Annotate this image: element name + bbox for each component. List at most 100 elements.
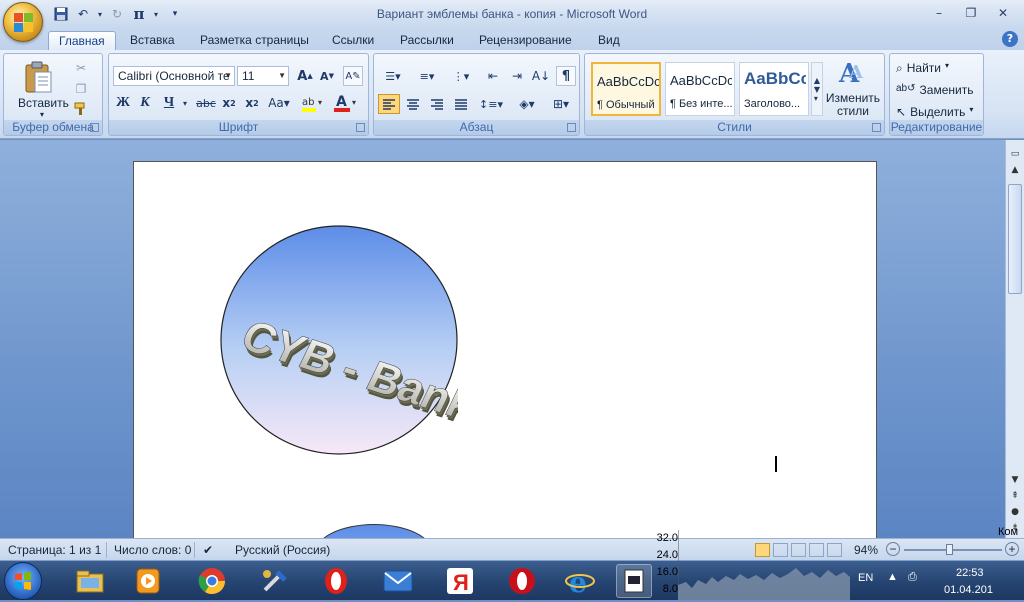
numbering-icon[interactable]: ≡▾ [412, 66, 442, 86]
help-icon[interactable]: ? [1002, 31, 1018, 47]
media-player-icon[interactable] [126, 564, 170, 598]
tab-insert[interactable]: Вставка [120, 31, 185, 50]
second-emblem[interactable] [314, 524, 434, 538]
font-size-combo[interactable]: 11 ▼ [237, 66, 289, 86]
document-workspace[interactable]: CYB - Bank CYB - Bank CYB - Bank [0, 140, 1005, 538]
bold-icon[interactable]: Ж [113, 93, 133, 113]
font-family-dropdown-icon[interactable]: ▼ [224, 67, 232, 85]
styles-launcher-icon[interactable] [872, 123, 881, 132]
multilevel-list-icon[interactable]: ⋮▾ [446, 66, 476, 86]
explorer-icon[interactable] [68, 564, 112, 598]
word-doc-taskbar-icon[interactable] [616, 564, 652, 598]
highlight-color-icon[interactable]: ab ▾ [299, 92, 325, 114]
scroll-up-icon[interactable]: ▲ [1007, 162, 1023, 178]
bank-emblem[interactable]: CYB - Bank CYB - Bank CYB - Bank [220, 225, 458, 455]
paragraph-launcher-icon[interactable] [567, 123, 576, 132]
change-styles-icon[interactable]: AA [831, 58, 875, 88]
bullets-icon[interactable]: ☰▾ [378, 66, 408, 86]
tab-view[interactable]: Вид [588, 31, 630, 50]
clipboard-launcher-icon[interactable] [90, 123, 99, 132]
shrink-font-icon[interactable]: A ▼ [317, 67, 337, 85]
language-tray[interactable]: EN [858, 572, 873, 584]
save-icon[interactable] [52, 6, 70, 22]
clear-formatting-icon[interactable]: A✎ [343, 66, 363, 86]
yandex-icon[interactable]: Я [438, 564, 482, 598]
minimize-button[interactable]: – [924, 4, 954, 22]
vertical-scrollbar[interactable]: ▭ ▲ ▼ ⇞ ● ⇟ [1005, 140, 1024, 538]
undo-dropdown-icon[interactable]: ▾ [96, 6, 104, 22]
increase-indent-icon[interactable]: ⇥ [506, 66, 528, 86]
office-button[interactable] [3, 2, 43, 42]
opera-icon[interactable] [314, 564, 358, 598]
tools-icon[interactable] [252, 564, 296, 598]
replace-button[interactable]: ab↺ Заменить [896, 83, 973, 97]
font-family-combo[interactable]: Calibri (Основной те ▼ [113, 66, 235, 86]
select-button[interactable]: ↖ Выделить ▾ [896, 105, 973, 119]
usb-device-icon[interactable]: ⎙ [908, 571, 917, 584]
zoom-slider[interactable] [904, 544, 1002, 555]
tab-page-layout[interactable]: Разметка страницы [190, 31, 319, 50]
tab-mailings[interactable]: Рассылки [390, 31, 464, 50]
select-browse-object-icon[interactable]: ● [1007, 504, 1023, 520]
copy-icon[interactable]: ❐ [72, 81, 90, 97]
scroll-down-icon[interactable]: ▼ [1007, 472, 1023, 488]
shading-icon[interactable]: ◈▾ [512, 94, 542, 114]
tab-references[interactable]: Ссылки [322, 31, 384, 50]
paste-dropdown-icon[interactable]: ▾ [40, 110, 44, 119]
customize-qat-icon[interactable]: ▾ [170, 6, 180, 22]
page-count[interactable]: Страница: 1 из 1 [8, 543, 101, 557]
decrease-indent-icon[interactable]: ⇤ [482, 66, 504, 86]
underline-icon[interactable]: Ч [159, 93, 179, 113]
font-color-icon[interactable]: A ▾ [331, 92, 359, 114]
paste-icon[interactable] [18, 58, 58, 96]
opera-red-icon[interactable] [500, 564, 544, 598]
align-right-icon[interactable] [426, 94, 448, 114]
zoom-out-icon[interactable]: − [886, 542, 900, 556]
prev-page-icon[interactable]: ⇞ [1007, 488, 1023, 504]
show-formatting-icon[interactable]: ¶ [556, 66, 576, 86]
ruler-toggle-icon[interactable]: ▭ [1007, 146, 1023, 162]
zoom-in-icon[interactable]: + [1005, 542, 1019, 556]
paste-label[interactable]: Вставить [18, 96, 69, 110]
zoom-level[interactable]: 94% [854, 543, 878, 557]
word-count[interactable]: Число слов: 0 [114, 543, 191, 557]
style-normal[interactable]: AaBbCcDc ¶ Обычный [591, 62, 661, 116]
proofing-icon[interactable]: ✔ [203, 543, 213, 557]
strikethrough-icon[interactable]: abc [195, 93, 217, 113]
start-button[interactable] [4, 562, 42, 600]
undo-icon[interactable]: ↶ [74, 6, 92, 22]
chrome-icon[interactable] [190, 564, 234, 598]
maximize-button[interactable]: ❐ [956, 4, 986, 22]
redo-icon[interactable]: ↻ [108, 6, 126, 22]
justify-icon[interactable] [450, 94, 472, 114]
font-size-dropdown-icon[interactable]: ▼ [278, 67, 286, 85]
grow-font-icon[interactable]: A ▲ [295, 67, 315, 85]
sort-icon[interactable]: A↓ [530, 66, 552, 86]
mail-icon[interactable] [376, 564, 420, 598]
italic-icon[interactable]: К [135, 93, 155, 113]
zoom-slider-thumb[interactable] [946, 544, 954, 555]
close-button[interactable]: ✕ [988, 4, 1018, 22]
internet-explorer-icon[interactable]: e [558, 564, 602, 598]
borders-icon[interactable]: ⊞▾ [546, 94, 576, 114]
cut-icon[interactable]: ✂ [72, 60, 90, 76]
clock-date[interactable]: 01.04.201 [944, 584, 993, 596]
show-hidden-icons-icon[interactable]: ▲ [887, 571, 898, 583]
document-page[interactable]: CYB - Bank CYB - Bank CYB - Bank [133, 161, 877, 538]
change-styles-label[interactable]: Изменить стили [821, 92, 885, 118]
equation-dropdown-icon[interactable]: ▾ [152, 6, 160, 22]
align-center-icon[interactable] [402, 94, 424, 114]
language-indicator[interactable]: Русский (Россия) [235, 543, 330, 557]
find-button[interactable]: ⌕ Найти ▾ [896, 61, 949, 76]
tab-review[interactable]: Рецензирование [469, 31, 582, 50]
align-left-icon[interactable] [378, 94, 400, 114]
format-painter-icon[interactable] [72, 101, 90, 117]
change-case-icon[interactable]: Aa▾ [266, 93, 292, 113]
underline-dropdown-icon[interactable]: ▾ [181, 94, 189, 112]
font-launcher-icon[interactable] [356, 123, 365, 132]
superscript-icon[interactable]: x2 [242, 93, 262, 113]
line-spacing-icon[interactable]: ↕≡▾ [476, 94, 506, 114]
style-no-spacing[interactable]: AaBbCcDc ¶ Без инте... [665, 62, 735, 116]
style-heading[interactable]: AaBbCс Заголово... [739, 62, 809, 116]
tab-home[interactable]: Главная [48, 31, 116, 50]
